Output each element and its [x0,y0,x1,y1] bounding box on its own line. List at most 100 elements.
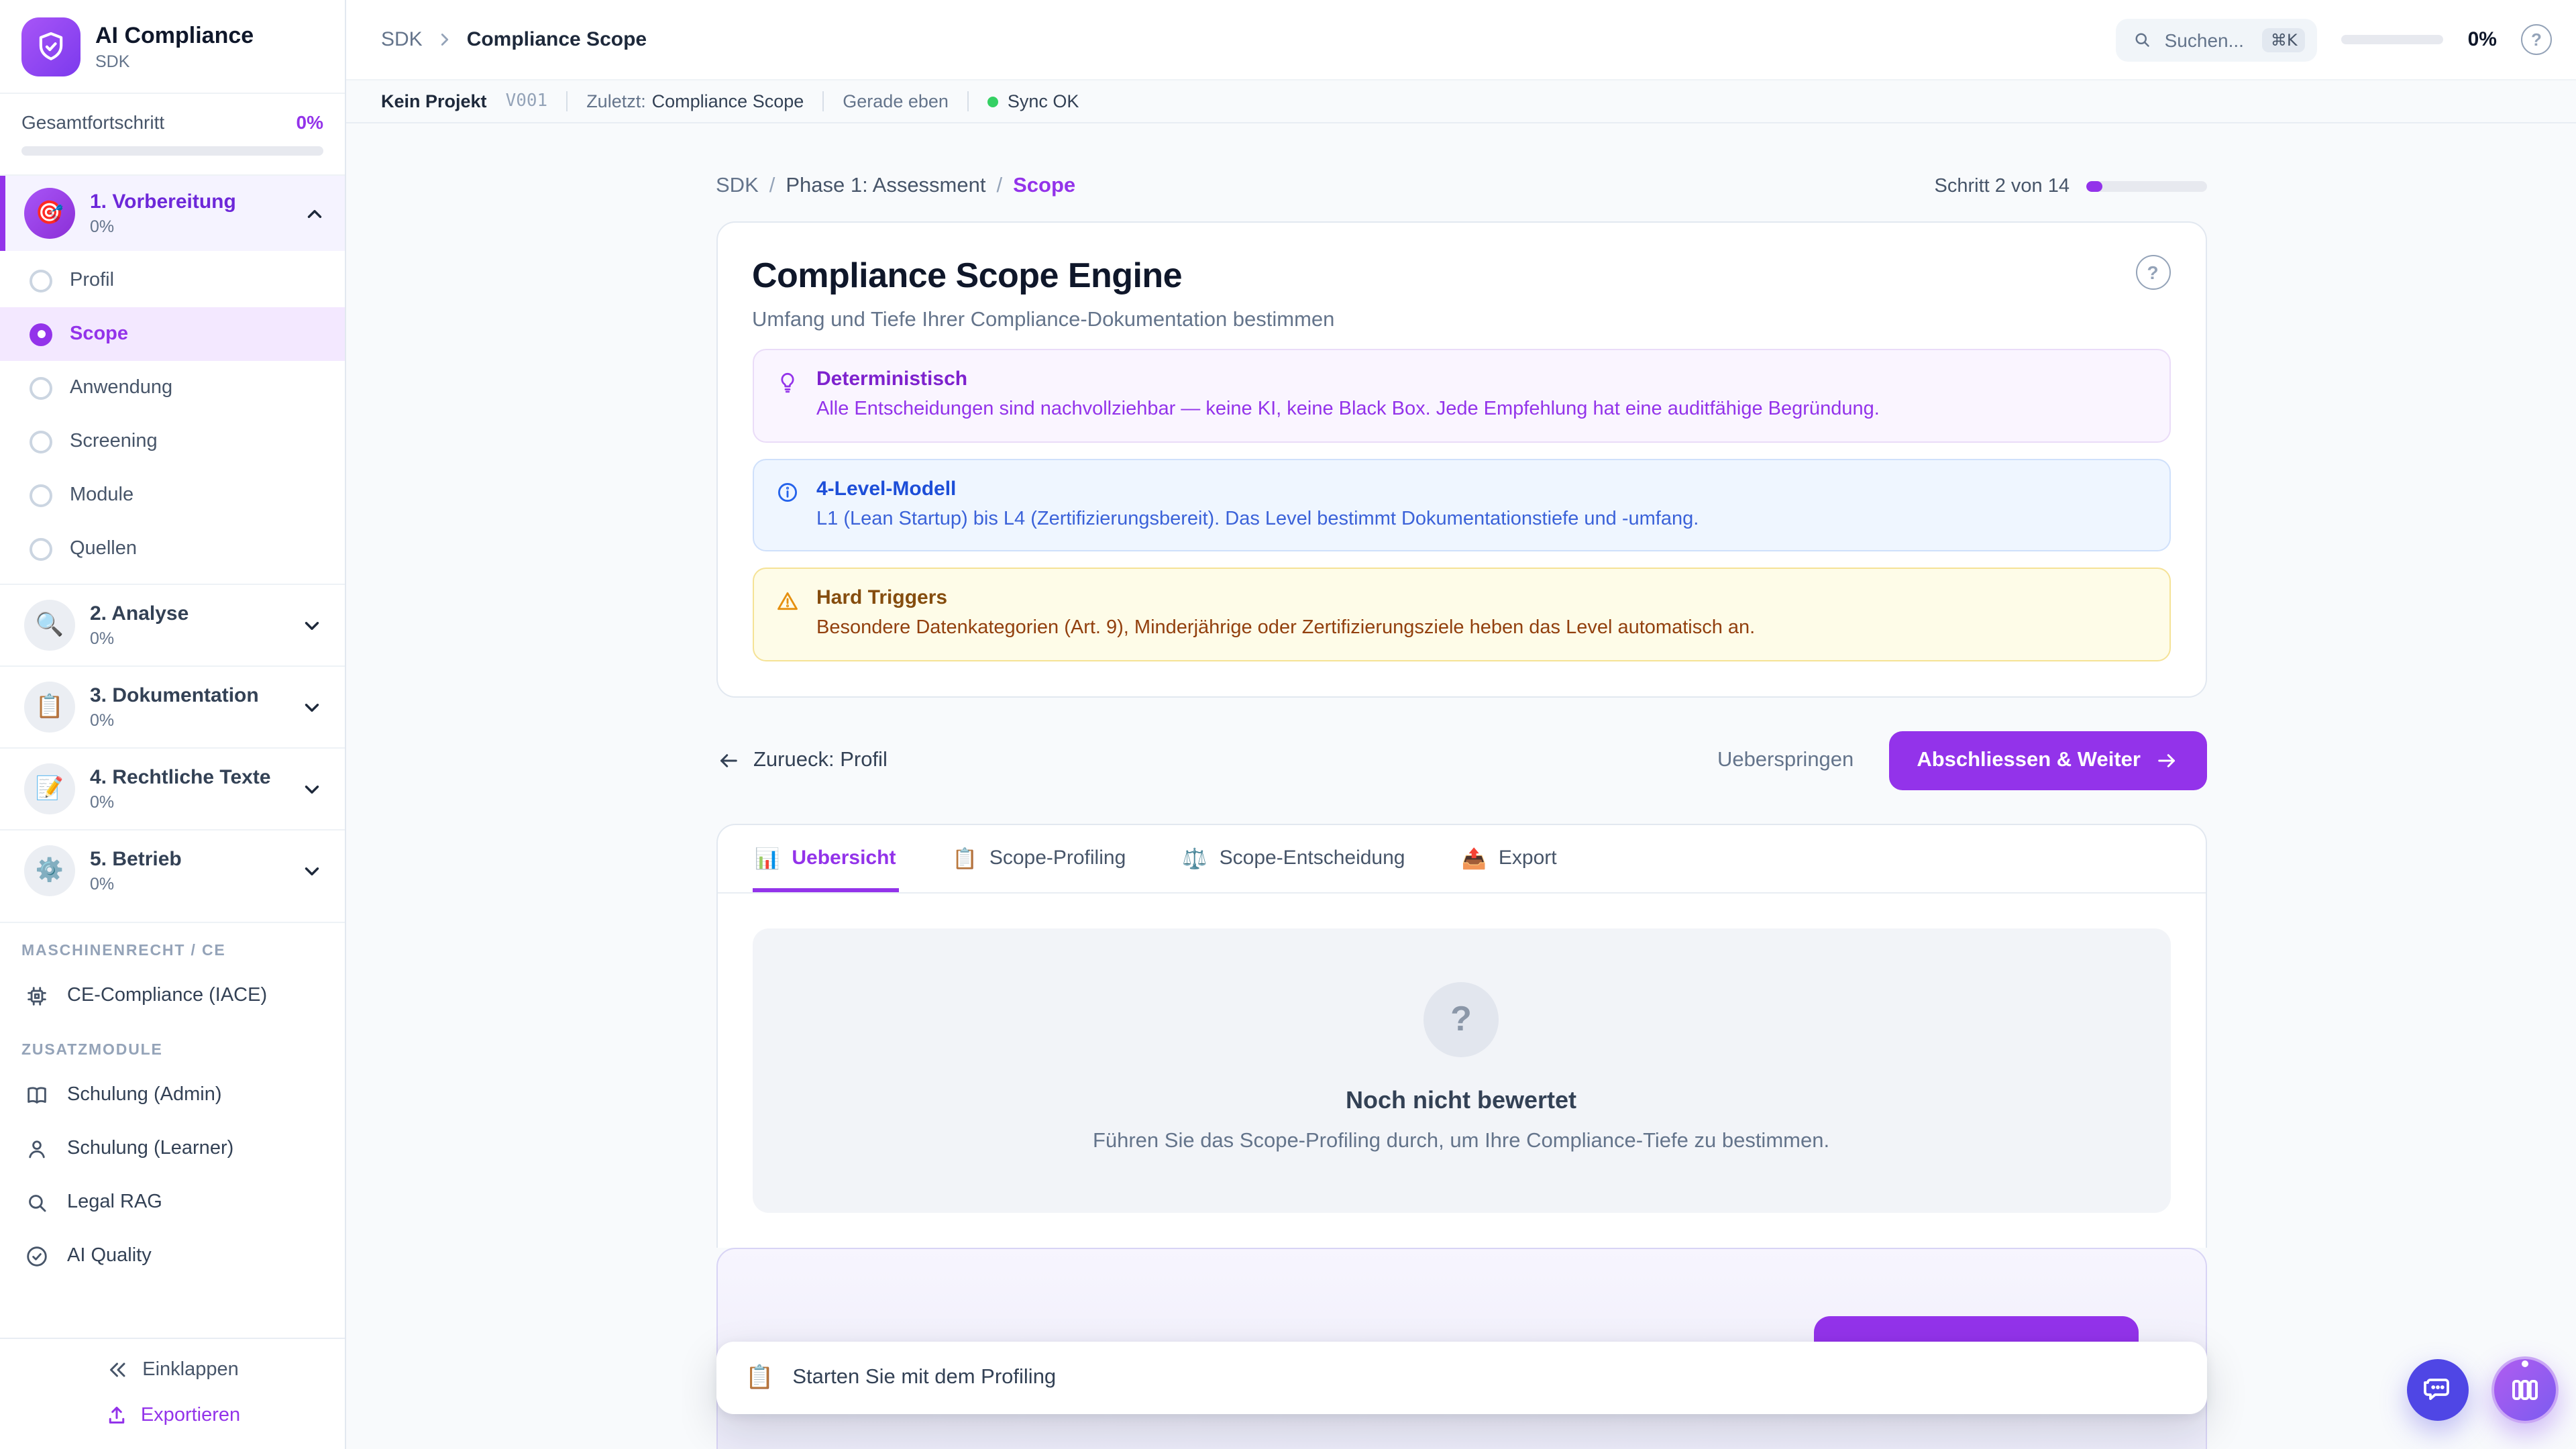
app-subtitle: SDK [95,52,254,71]
back-button[interactable]: Zurueck: Profil [716,748,888,772]
phase-label: 1. Vorbereitung [90,191,288,215]
chat-fab-button[interactable] [2407,1359,2469,1421]
callout-level-modell: 4-Level-Modell L1 (Lean Startup) bis L4 … [752,458,2170,551]
page-head: SDK / Phase 1: Assessment / Scope Schrit… [716,174,2206,199]
sidebar-item-anwendung[interactable]: Anwendung [0,361,345,415]
sidebar-item-ai-quality[interactable]: AI Quality [0,1229,345,1283]
step-progress-fill [2086,181,2102,192]
statusbar: Kein Projekt V001 Zuletzt: Compliance Sc… [346,79,2576,123]
tab-export[interactable]: 📤 Export [1459,824,1560,892]
sidebar-header: AI Compliance SDK [0,0,345,94]
panels-fab-button[interactable] [2491,1356,2559,1424]
user-icon [24,1136,50,1161]
help-icon[interactable]: ? [2521,24,2552,55]
empty-state-title: Noch nicht bewertet [1346,1086,1576,1114]
clipboard-icon: 📋 [24,682,75,733]
export-button[interactable]: Exportieren [105,1403,240,1428]
crumb-sdk[interactable]: SDK [716,174,759,199]
app-title: AI Compliance [95,23,254,49]
arrow-right-icon [2154,748,2178,772]
version-badge: V001 [506,91,548,111]
chat-bubble-icon [2422,1374,2454,1406]
sidebar-item-module[interactable]: Module [0,468,345,522]
phase-analyse[interactable]: 🔍 2. Analyse 0% [0,584,345,665]
complete-next-button[interactable]: Abschliessen & Weiter [1888,731,2206,790]
outbox-icon: 📤 [1462,846,1487,870]
sidebar-item-screening[interactable]: Screening [0,415,345,468]
warning-triangle-icon [775,586,799,642]
tab-scope-profiling[interactable]: 📋 Scope-Profiling [949,824,1128,892]
sidebar-item-ce-compliance[interactable]: CE-Compliance (IACE) [0,969,345,1022]
profiling-toast-title: Starten Sie mit dem Profiling [792,1366,1056,1390]
skip-button[interactable]: Ueberspringen [1717,748,1854,772]
sidebar: AI Compliance SDK Gesamtfortschritt 0% 🎯… [0,0,346,1449]
tab-panel-uebersicht: ? Noch nicht bewertet Führen Sie das Sco… [717,893,2205,1247]
sidebar-item-schulung-learner[interactable]: Schulung (Learner) [0,1122,345,1175]
step-progress-track [2086,181,2206,192]
gear-icon: ⚙️ [24,845,75,896]
chevron-up-icon [303,202,326,225]
section-heading-maschinenrecht: MASCHINENRECHT / CE [0,923,345,969]
sidebar-item-legal-rag[interactable]: Legal RAG [0,1175,345,1229]
sidebar-item-profil[interactable]: Profil [0,254,345,307]
upload-icon [105,1403,129,1428]
sidebar-item-schulung-admin[interactable]: Schulung (Admin) [0,1068,345,1122]
overall-progress-value: 0% [297,111,323,133]
step-indicator: Schritt 2 von 14 [1935,176,2207,197]
scales-icon: ⚖️ [1182,846,1207,870]
callout-deterministisch: Deterministisch Alle Entscheidungen sind… [752,349,2170,442]
sidebar-nav: 🎯 1. Vorbereitung 0% Profil Scope [0,176,345,1338]
overall-progress-track [21,146,323,156]
target-icon: 🎯 [24,188,75,239]
section-heading-zusatzmodule: ZUSATZMODULE [0,1022,345,1068]
phase-vorbereitung[interactable]: 🎯 1. Vorbereitung 0% [0,176,345,251]
tab-bar: 📊 Uebersicht 📋 Scope-Profiling ⚖️ Scope-… [717,824,2205,893]
scope-engine-card: Compliance Scope Engine ? Umfang und Tie… [716,221,2206,697]
app-logo [21,17,80,76]
card-help-icon[interactable]: ? [2135,255,2170,290]
radio-circle-icon [30,269,52,292]
callout-hard-triggers: Hard Triggers Besondere Datenkategorien … [752,568,2170,661]
profiling-toast: 📋 Starten Sie mit dem Profiling [716,1342,2206,1414]
columns-icon [2509,1374,2541,1406]
radio-circle-icon [30,430,52,453]
breadcrumb-root[interactable]: SDK [381,28,423,51]
cpu-icon [24,983,50,1008]
overall-progress-label: Gesamtfortschritt [21,111,164,133]
chevron-down-icon [301,859,323,882]
chevron-down-icon [301,696,323,718]
empty-state-text: Führen Sie das Scope-Profiling durch, um… [1093,1129,1829,1153]
tab-scope-entscheidung[interactable]: ⚖️ Scope-Entscheidung [1179,824,1407,892]
divider [967,91,969,111]
search-placeholder: Suchen... [2165,29,2251,50]
shield-check-icon [34,30,68,64]
scope-tabs-card: 📊 Uebersicht 📋 Scope-Profiling ⚖️ Scope-… [716,823,2206,1247]
content-area: SDK / Phase 1: Assessment / Scope Schrit… [346,123,2576,1449]
memo-icon: 📝 [24,763,75,814]
chevron-right-icon [435,30,455,50]
phase-rechtliche-texte[interactable]: 📝 4. Rechtliche Texte 0% [0,747,345,829]
phase-dokumentation[interactable]: 📋 3. Dokumentation 0% [0,665,345,747]
search-input[interactable]: Suchen... ⌘K [2116,18,2318,61]
page-subtitle: Umfang und Tiefe Ihrer Compliance-Dokume… [752,309,2170,333]
bar-chart-icon: 📊 [755,846,780,870]
crumb-phase[interactable]: Phase 1: Assessment [786,174,985,199]
main-area: SDK Compliance Scope Suchen... ⌘K [346,0,2576,1449]
sidebar-item-scope[interactable]: Scope [0,307,345,361]
page-breadcrumb: SDK / Phase 1: Assessment / Scope [716,174,1075,199]
chevron-down-icon [301,777,323,800]
lightbulb-icon [775,368,799,423]
collapse-sidebar-button[interactable]: Einklappen [106,1358,239,1382]
radio-filled-icon [30,323,52,345]
search-icon [2133,30,2153,50]
step-label: Schritt 2 von 14 [1935,176,2070,197]
double-chevron-left-icon [106,1358,130,1382]
empty-state: ? Noch nicht bewertet Führen Sie das Sco… [752,928,2170,1212]
divider [566,91,568,111]
tab-uebersicht[interactable]: 📊 Uebersicht [752,824,898,892]
page-title: Compliance Scope Engine [752,255,1182,297]
sidebar-item-quellen[interactable]: Quellen [0,522,345,576]
sync-ok-dot-icon [987,96,998,107]
phase-betrieb[interactable]: ⚙️ 5. Betrieb 0% [0,829,345,911]
topbar-progress-track [2342,35,2444,44]
